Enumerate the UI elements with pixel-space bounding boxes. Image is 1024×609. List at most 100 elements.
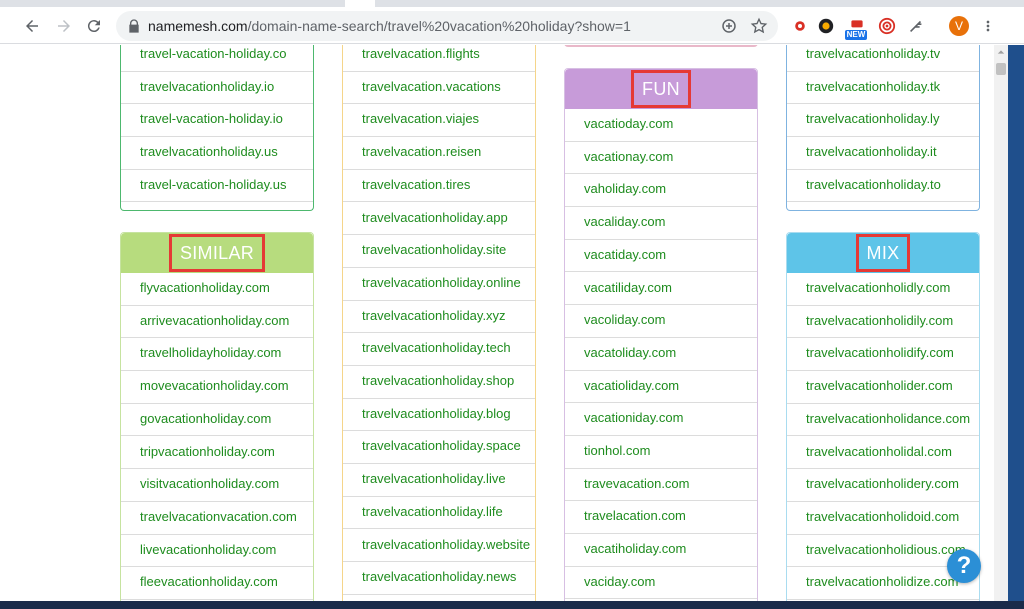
domain-link[interactable]: travelvacationholiday.site [362, 242, 506, 257]
domain-list-item[interactable]: travelvacation.viajes [343, 104, 535, 138]
browser-menu-button[interactable] [980, 16, 996, 36]
domain-link[interactable]: travel-vacation-holiday.co [140, 46, 286, 61]
domain-link[interactable]: vacatiday.com [584, 247, 666, 262]
back-button[interactable] [18, 12, 46, 40]
domain-link[interactable]: arrivevacationholiday.com [140, 313, 289, 328]
domain-link[interactable]: travelholidayholiday.com [140, 345, 281, 360]
extension-target[interactable] [877, 16, 897, 36]
domain-link[interactable]: travelvacationholiday.ly [806, 111, 939, 126]
domain-link[interactable]: travelvacationholidily.com [806, 313, 953, 328]
domain-link[interactable]: travelvacationholiday.shop [362, 373, 514, 388]
domain-link[interactable]: visitvacationholiday.com [140, 476, 279, 491]
forward-button[interactable] [50, 12, 78, 40]
domain-list-item[interactable]: livevacationholiday.com [121, 535, 313, 568]
domain-list-item[interactable]: travelvacation.flights [343, 45, 535, 72]
domain-link[interactable]: govacationholiday.com [140, 411, 271, 426]
domain-link[interactable]: travelvacationholiday.tech [362, 340, 511, 355]
domain-link[interactable]: travelvacation.tires [362, 177, 470, 192]
domain-list-item[interactable]: travel-vacation-holiday.us [121, 170, 313, 203]
domain-link[interactable]: travelvacationholiday.website [362, 537, 530, 552]
reload-button[interactable] [80, 12, 108, 40]
domain-list-item[interactable]: arrivevacationholiday.com [121, 306, 313, 339]
domain-list-item[interactable]: vacaliday.com [565, 207, 757, 240]
domain-link[interactable]: travel-vacation-holiday.io [140, 111, 283, 126]
domain-list-item[interactable]: travelvacationholidery.com [787, 469, 979, 502]
domain-link[interactable]: travelacation.com [584, 508, 686, 523]
domain-list-item[interactable]: travelvacationholiday.io [121, 72, 313, 105]
scrollbar-thumb[interactable] [996, 63, 1006, 75]
domain-link[interactable]: travelvacationholiday.to [806, 177, 941, 192]
domain-list-item[interactable]: travelvacationholider.com [787, 371, 979, 404]
domain-link[interactable]: vacatiholiday.com [584, 541, 686, 556]
domain-link[interactable]: vacoliday.com [584, 312, 665, 327]
profile-avatar[interactable]: V [949, 16, 969, 36]
domain-list-item[interactable]: travelvacationholiday.tech [343, 333, 535, 366]
domain-link[interactable]: travelvacationholiday.tv [806, 46, 940, 61]
domain-link[interactable]: tripvacationholiday.com [140, 444, 275, 459]
domain-link[interactable]: travelvacationholiday.life [362, 504, 503, 519]
domain-link[interactable]: vacatioday.com [584, 116, 673, 131]
tab-strip[interactable] [0, 0, 1024, 7]
url-text[interactable]: namemesh.com/domain-name-search/travel%2… [148, 18, 631, 34]
domain-link[interactable]: travelvacationholiday.io [140, 79, 274, 94]
scroll-up-button[interactable] [994, 45, 1008, 59]
domain-list-item[interactable]: vaholiday.com [565, 174, 757, 208]
domain-list-item[interactable]: tionhol.com [565, 436, 757, 469]
domain-list-item[interactable]: travelvacationholiday.live [343, 464, 535, 497]
domain-link[interactable]: travelvacationholidize.com [806, 574, 958, 589]
domain-link[interactable]: travelvacationholidery.com [806, 476, 959, 491]
domain-list-item[interactable]: travelvacationholiday.ly [787, 104, 979, 138]
domain-list-item[interactable]: vacationay.com [565, 142, 757, 175]
domain-list-item[interactable]: travelvacationholidily.com [787, 306, 979, 339]
domain-list-item[interactable]: visitvacationholiday.com [121, 469, 313, 502]
domain-link[interactable]: travelvacationholiday.news [362, 569, 516, 584]
domain-list-item[interactable]: vacatiliday.com [565, 273, 757, 306]
domain-list-item[interactable]: travelvacationholiday.us [121, 137, 313, 170]
domain-list-item[interactable]: travelvacationholiday.it [787, 137, 979, 170]
domain-list-item[interactable]: travelvacationholidify.com [787, 338, 979, 372]
extension-feather[interactable] [906, 16, 926, 36]
domain-link[interactable]: travelvacationholiday.space [362, 438, 521, 453]
domain-link[interactable]: travelvacationholidal.com [806, 444, 952, 459]
domain-list-item[interactable]: vacatioliday.com [565, 371, 757, 404]
domain-list-item[interactable]: travelvacationholiday.shop [343, 366, 535, 399]
domain-link[interactable]: travelvacationholiday.blog [362, 406, 511, 421]
domain-list-item[interactable]: travelvacationholiday.site [343, 235, 535, 268]
domain-link[interactable]: travevacation.com [584, 476, 690, 491]
domain-list-item[interactable]: vacatiday.com [565, 240, 757, 273]
extension-tracker[interactable] [816, 16, 836, 36]
domain-link[interactable]: travelvacationholider.com [806, 378, 953, 393]
domain-link[interactable]: travelvacationholidious.com [806, 542, 966, 557]
domain-link[interactable]: vacatioliday.com [584, 378, 679, 393]
domain-list-item[interactable]: travelvacationvacation.com [121, 502, 313, 535]
help-button[interactable]: ? [947, 549, 981, 583]
domain-link[interactable]: movevacationholiday.com [140, 378, 289, 393]
domain-list-item[interactable]: movevacationholiday.com [121, 371, 313, 404]
domain-link[interactable]: tionhol.com [584, 443, 650, 458]
domain-link[interactable]: travelvacationholiday.xyz [362, 308, 506, 323]
domain-list-item[interactable]: travelvacation.reisen [343, 137, 535, 170]
domain-list-item[interactable]: vaciday.com [565, 567, 757, 600]
domain-link[interactable]: vacatiliday.com [584, 280, 672, 295]
domain-list-item[interactable]: travelvacation.vacations [343, 72, 535, 105]
vertical-scrollbar[interactable] [994, 45, 1008, 601]
domain-list-item[interactable]: travel-vacation-holiday.co [121, 45, 313, 72]
domain-link[interactable]: travelvacationholiday.tk [806, 79, 940, 94]
domain-link[interactable]: vacationay.com [584, 149, 673, 164]
domain-list-item[interactable]: travelvacationholiday.news [343, 562, 535, 595]
star-bookmark-icon[interactable] [750, 17, 768, 35]
domain-link[interactable]: travelvacation.reisen [362, 144, 481, 159]
domain-list-item[interactable]: travelvacationholidly.com [787, 273, 979, 306]
domain-link[interactable]: vaholiday.com [584, 181, 666, 196]
domain-link[interactable]: vacatoliday.com [584, 345, 676, 360]
domain-list-item[interactable]: travelvacationholiday.to [787, 170, 979, 203]
domain-list-item[interactable]: travelvacationholiday.website [343, 530, 535, 563]
domain-list-item[interactable]: travelvacationholiday.app [343, 203, 535, 236]
domain-link[interactable]: travelvacation.flights [362, 46, 480, 61]
add-circle-icon[interactable] [720, 17, 738, 35]
domain-list-item[interactable]: travelvacationholiday.tk [787, 72, 979, 105]
domain-list-item[interactable]: vacationiday.com [565, 403, 757, 436]
domain-link[interactable]: flyvacationholiday.com [140, 280, 270, 295]
active-tab[interactable] [345, 0, 375, 7]
domain-link[interactable]: travelvacationholiday.online [362, 275, 521, 290]
